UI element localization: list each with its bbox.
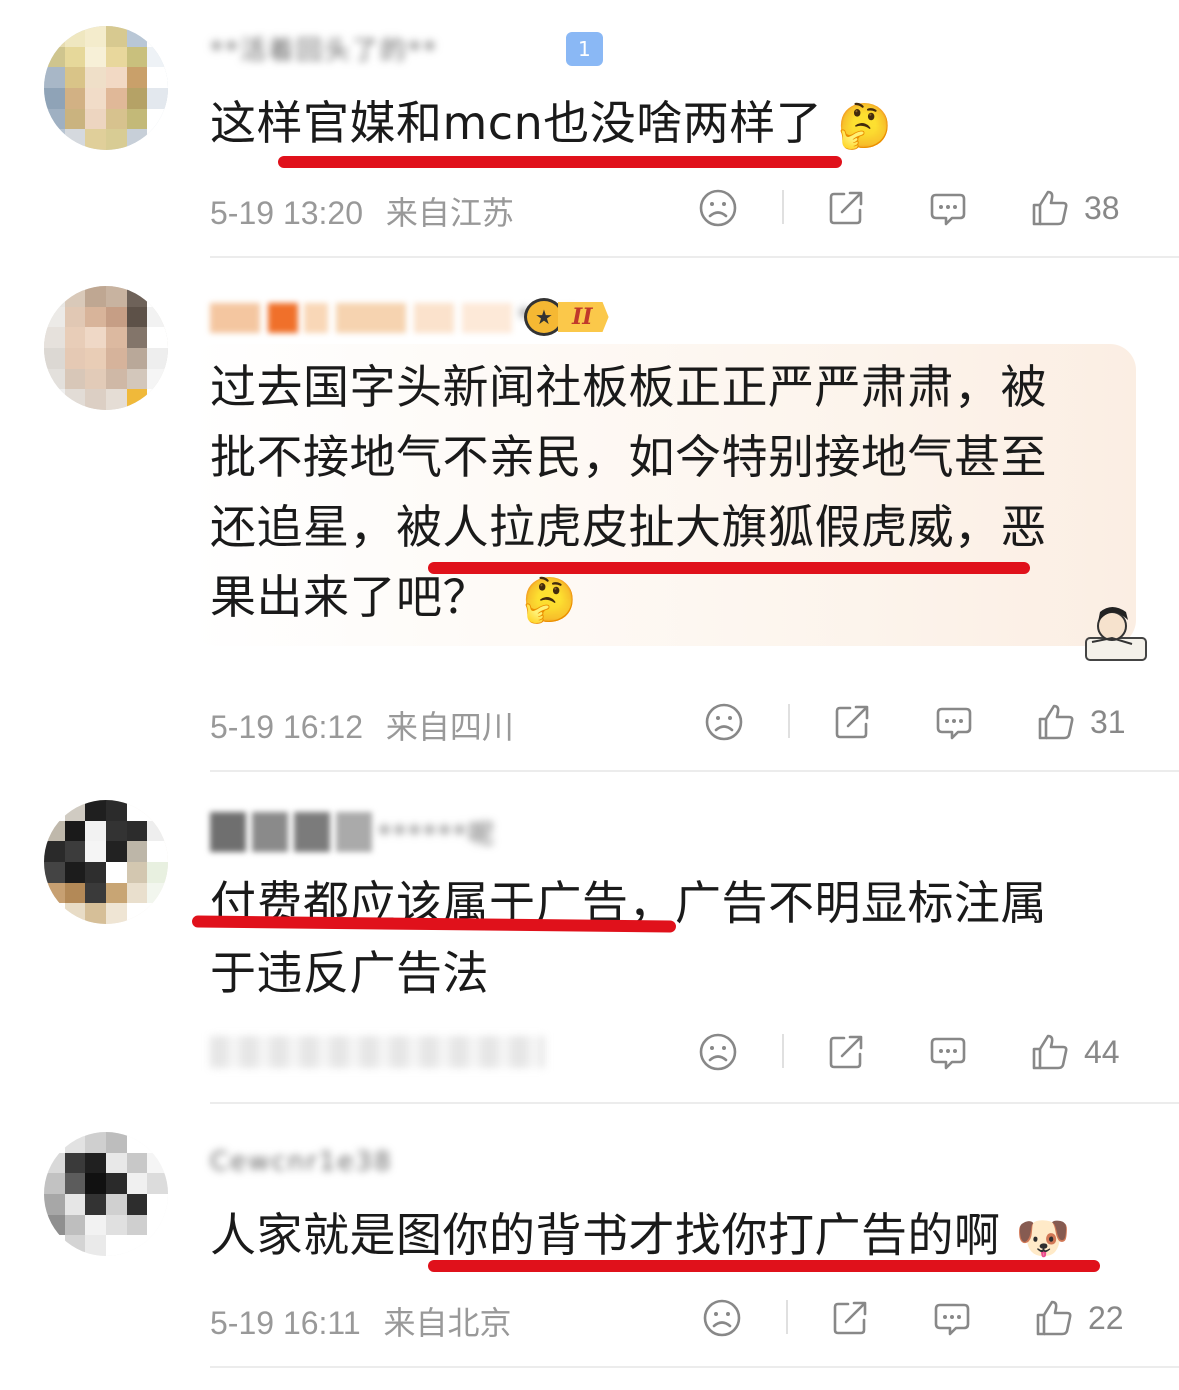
comment-bubble-icon <box>934 1303 970 1336</box>
username[interactable]: Cewcnr1e38 <box>210 1144 393 1180</box>
red-underline-annotation <box>278 156 842 168</box>
thumbs-up-icon <box>1038 704 1074 740</box>
like-button[interactable]: 38 <box>1030 186 1120 230</box>
comment-button[interactable] <box>928 186 968 230</box>
like-button[interactable]: 44 <box>1030 1030 1120 1074</box>
like-count: 31 <box>1090 703 1126 740</box>
share-icon <box>835 705 869 739</box>
dislike-button[interactable] <box>698 1030 738 1074</box>
thinking-emoji-icon: 🤔 <box>837 100 893 152</box>
dislike-button[interactable] <box>704 700 744 744</box>
separator <box>786 1300 788 1334</box>
separator <box>782 190 784 224</box>
sad-face-icon <box>699 1033 737 1071</box>
comment-actions: 38 <box>0 186 1179 230</box>
dislike-button[interactable] <box>698 186 738 230</box>
comment-bubble-icon <box>930 193 966 226</box>
comment-button[interactable] <box>934 700 974 744</box>
username[interactable]: **活着回头了的** <box>210 30 438 66</box>
share-button[interactable] <box>826 186 866 230</box>
share-button[interactable] <box>832 700 872 744</box>
divider <box>210 1366 1179 1368</box>
red-underline-annotation <box>428 1260 1100 1272</box>
vip-badge-label: II <box>558 302 609 332</box>
thumbs-up-icon <box>1032 1034 1068 1070</box>
sad-face-icon <box>699 189 737 227</box>
share-icon <box>833 1301 867 1335</box>
separator <box>782 1034 784 1068</box>
sad-face-icon <box>703 1299 741 1337</box>
comment-text: 过去国字头新闻社板板正正严严肃肃，被 批不接地气不亲民，如今特别接地气甚至 还追… <box>210 360 1047 626</box>
divider <box>210 1102 1179 1104</box>
like-count: 44 <box>1084 1033 1120 1070</box>
share-icon <box>829 191 863 225</box>
comment-text: 这样官媒和mcn也没啥两样了 🤔 <box>210 96 893 152</box>
comment-text: 付费都应该属于广告，广告不明显标注属 于违反广告法 <box>210 876 1047 1000</box>
thinking-emoji-icon: 🤔 <box>522 574 578 626</box>
comment-button[interactable] <box>932 1296 972 1340</box>
dislike-button[interactable] <box>702 1296 742 1340</box>
level-badge-label: 1 <box>578 37 591 61</box>
share-button[interactable] <box>826 1030 866 1074</box>
avatar[interactable] <box>44 286 168 410</box>
share-icon <box>829 1035 863 1069</box>
comment-button[interactable] <box>928 1030 968 1074</box>
sad-face-icon <box>705 703 743 741</box>
comment-bubble-icon <box>930 1037 966 1070</box>
avatar[interactable] <box>44 1132 168 1256</box>
divider <box>210 256 1179 258</box>
divider <box>210 770 1179 772</box>
avatar[interactable] <box>44 26 168 150</box>
comment-actions: 22 <box>0 1296 1179 1340</box>
share-button[interactable] <box>830 1296 870 1340</box>
level-badge: 1 <box>566 32 603 66</box>
comment-actions: 44 <box>0 1030 1179 1074</box>
username[interactable]: ******呢 <box>210 812 496 852</box>
avatar[interactable] <box>44 800 168 924</box>
like-button[interactable]: 31 <box>1036 700 1126 744</box>
comment-bubble-icon <box>936 707 972 740</box>
like-button[interactable]: 22 <box>1034 1296 1124 1340</box>
red-underline-annotation <box>428 562 1030 574</box>
comment-actions: 31 <box>0 700 1179 744</box>
like-count: 38 <box>1084 189 1120 226</box>
vip-badge: ★ II <box>524 298 609 336</box>
thumbs-up-icon <box>1036 1300 1072 1336</box>
username[interactable]: **** <box>210 300 578 336</box>
separator <box>788 704 790 738</box>
thumbs-up-icon <box>1032 190 1068 226</box>
cartoon-sticker-icon <box>1085 607 1147 661</box>
doge-emoji-icon: 🐶 <box>1015 1212 1071 1264</box>
like-count: 22 <box>1088 1299 1124 1336</box>
